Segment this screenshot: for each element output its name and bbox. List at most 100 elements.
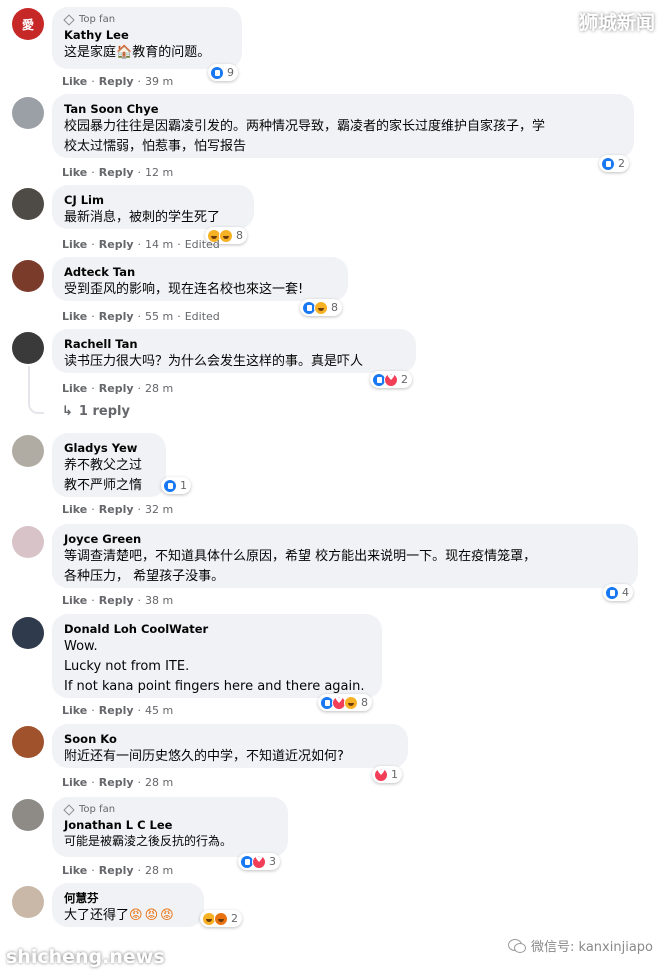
like-button[interactable]: Like [62,166,87,179]
sad-reaction-icon [219,228,233,243]
like-button[interactable]: Like [62,776,87,789]
comment-author[interactable]: Tan Soon Chye [64,101,622,117]
comment-bubble: Joyce Green 等调查清楚吧，不知道具体什么原因，希望 校方能出来说明一… [52,524,638,588]
reply-button[interactable]: Reply [99,310,134,323]
reply-button[interactable]: Reply [99,382,134,395]
comment-author[interactable]: Joyce Green [64,531,626,547]
comment-author[interactable]: Donald Loh CoolWater [64,621,370,637]
comment-author[interactable]: Soon Ko [64,731,396,747]
comment-author[interactable]: Kathy Lee [64,27,230,43]
timestamp[interactable]: 28 m [145,864,173,877]
top-fan-badge: Top fan [63,13,230,26]
like-button[interactable]: Like [62,864,87,877]
timestamp[interactable]: 28 m [145,382,173,395]
haha-reaction-icon [344,695,358,710]
comment-author[interactable]: Adteck Tan [64,264,336,280]
comment-actions: Like · Reply · 14 m · Edited [62,238,220,251]
comment-author[interactable]: CJ Lim [64,192,242,208]
comment-text: Wow. Lucky not from ITE. If not kana poi… [64,639,365,694]
like-button[interactable]: Like [62,594,87,607]
reaction-summary[interactable]: 3 [238,853,280,870]
comment-author[interactable]: Jonathan L C Lee [64,817,276,833]
reply-button[interactable]: Reply [99,594,134,607]
reaction-summary[interactable]: 4 [603,584,633,601]
timestamp[interactable]: 38 m [145,594,173,607]
reply-button[interactable]: Reply [99,75,134,88]
timestamp[interactable]: 32 m [145,503,173,516]
like-reaction-icon [605,585,619,600]
comment-actions: Like · Reply · 28 m [62,776,173,789]
reaction-count: 3 [269,855,276,868]
comment-bubble: Donald Loh CoolWater Wow. Lucky not from… [52,614,382,698]
avatar[interactable]: 愛 [12,8,44,40]
comment-bubble: Soon Ko 附近还有一间历史悠久的中学，不知道近况如何? [52,724,408,768]
like-button[interactable]: Like [62,503,87,516]
comment-text: 最新消息，被刺的学生死了 [64,210,221,225]
timestamp[interactable]: 55 m [145,310,173,323]
reaction-count: 2 [618,157,625,170]
view-replies-link[interactable]: ↳ 1 reply [62,404,130,419]
avatar[interactable] [12,97,44,129]
like-button[interactable]: Like [62,75,87,88]
avatar[interactable] [12,435,44,467]
avatar[interactable] [12,799,44,831]
reaction-summary[interactable]: 2 [200,910,242,927]
avatar[interactable] [12,188,44,220]
timestamp[interactable]: 14 m [145,238,173,251]
timestamp[interactable]: 39 m [145,75,173,88]
avatar[interactable] [12,526,44,558]
reply-button[interactable]: Reply [99,503,134,516]
reaction-summary[interactable]: 2 [370,371,412,388]
avatar[interactable] [12,260,44,292]
separator: · [137,75,142,88]
reply-button[interactable]: Reply [99,238,134,251]
timestamp[interactable]: 12 m [145,166,173,179]
comment-text: 大了还得了😡😡😡 [64,908,176,923]
timestamp[interactable]: 28 m [145,776,173,789]
separator: · [137,864,142,877]
like-reaction-icon [210,65,224,80]
comment-author[interactable]: 何慧芬 [64,890,192,906]
comment-bubble: Rachell Tan 读书压力很大吗？为什么会发生这样的事。真是吓人 [52,329,416,373]
comment-bubble: Gladys Yew 养不教父之过 教不严师之惰 [52,433,166,497]
separator: · [137,166,142,179]
reaction-summary[interactable]: 8 [318,694,372,711]
reaction-summary[interactable]: 1 [161,477,191,494]
reaction-summary[interactable]: 1 [372,766,402,783]
reply-button[interactable]: Reply [99,704,134,717]
avatar[interactable] [12,726,44,758]
comment-author[interactable]: Gladys Yew [64,440,154,456]
comment-actions: Like · Reply · 32 m [62,503,173,516]
reaction-count: 2 [401,373,408,386]
like-button[interactable]: Like [62,310,87,323]
reaction-summary[interactable]: 8 [300,299,342,316]
comment-bubble: Adteck Tan 受到歪风的影响，现在连名校也來这一套! [52,257,348,301]
reply-count-label[interactable]: 1 reply [79,404,130,419]
like-button[interactable]: Like [62,238,87,251]
reply-button[interactable]: Reply [99,776,134,789]
separator: · [91,75,95,88]
separator: · [91,503,95,516]
edited-label[interactable]: Edited [185,238,220,251]
comment-text: 校园暴力往往是因霸凌引发的。两种情况导致，霸凌者的家长过度维护自家孩子，学 校太… [64,119,546,154]
separator: · [91,776,95,789]
comment-text: 附近还有一间历史悠久的中学，不知道近况如何? [64,749,344,764]
avatar[interactable] [12,617,44,649]
separator: · [91,166,95,179]
house-emoji-icon: 🏠 [116,45,133,60]
comment-text: 可能是被霸淩之後反抗的行為。 [64,834,233,848]
comment-author[interactable]: Rachell Tan [64,336,404,352]
avatar[interactable] [12,886,44,918]
reply-button[interactable]: Reply [99,166,134,179]
reaction-summary[interactable]: 2 [599,155,629,172]
edited-label[interactable]: Edited [185,310,220,323]
avatar[interactable] [12,332,44,364]
reaction-summary[interactable]: 9 [208,64,238,81]
love-reaction-icon [384,372,398,387]
like-button[interactable]: Like [62,704,87,717]
love-reaction-icon [252,854,266,869]
diamond-icon [63,803,75,816]
reply-button[interactable]: Reply [99,864,134,877]
like-button[interactable]: Like [62,382,87,395]
timestamp[interactable]: 45 m [145,704,173,717]
